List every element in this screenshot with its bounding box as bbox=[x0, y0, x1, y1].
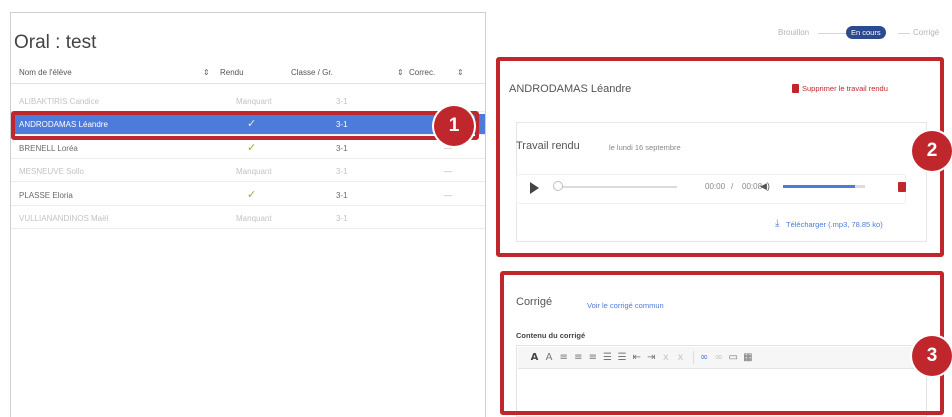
check-icon: ✓ bbox=[247, 142, 257, 154]
classe-value: 3-1 bbox=[336, 167, 348, 176]
sort-icon[interactable]: ⇕ bbox=[203, 68, 210, 77]
highlight-box-3 bbox=[500, 271, 944, 415]
table-row[interactable]: MESNEUVE Sollo Manquant 3-1 — bbox=[11, 161, 485, 182]
sort-icon[interactable]: ⇕ bbox=[397, 68, 404, 77]
step-en-cours[interactable]: En cours bbox=[846, 26, 886, 39]
rendu-status: Manquant bbox=[236, 97, 272, 106]
table-row[interactable]: BRENELL Loréa ✓ 3-1 — bbox=[11, 138, 485, 159]
correc-value: — bbox=[444, 167, 452, 176]
sort-icon[interactable]: ⇕ bbox=[457, 68, 464, 77]
col-header-rendu[interactable]: Rendu bbox=[220, 68, 244, 77]
page-title: Oral : test bbox=[14, 32, 97, 53]
classe-value: 3-1 bbox=[336, 191, 348, 200]
correc-value: — bbox=[444, 191, 452, 200]
col-header-correc[interactable]: Correc. bbox=[409, 68, 435, 77]
table-header: Nom de l'élève ⇕ Rendu Classe / Gr. ⇕ Co… bbox=[11, 62, 485, 84]
student-name: BRENELL Loréa bbox=[19, 144, 78, 153]
step-brouillon[interactable]: Brouillon bbox=[778, 28, 809, 37]
col-header-name[interactable]: Nom de l'élève bbox=[19, 68, 72, 77]
check-icon: ✓ bbox=[247, 189, 257, 201]
col-header-classe[interactable]: Classe / Gr. bbox=[291, 68, 333, 77]
classe-value: 3-1 bbox=[336, 214, 348, 223]
table-row[interactable]: ALIBAKTIRIS Candice Manquant 3-1 bbox=[11, 91, 485, 112]
step-divider bbox=[898, 33, 910, 34]
step-corrige[interactable]: Corrigé bbox=[913, 28, 939, 37]
table-row[interactable]: VULLIANANDINOS Maël Manquant 3-1 bbox=[11, 208, 485, 229]
rendu-status: Manquant bbox=[236, 167, 272, 176]
student-name: ALIBAKTIRIS Candice bbox=[19, 97, 100, 106]
table-row[interactable]: PLASSE Eloria ✓ 3-1 — bbox=[11, 185, 485, 206]
rendu-status: Manquant bbox=[236, 214, 272, 223]
badge-1: 1 bbox=[434, 106, 474, 146]
student-name: VULLIANANDINOS Maël bbox=[19, 214, 109, 223]
step-divider bbox=[818, 33, 846, 34]
highlight-box-1 bbox=[11, 111, 479, 140]
student-name: PLASSE Eloria bbox=[19, 191, 73, 200]
classe-value: 3-1 bbox=[336, 97, 348, 106]
highlight-box-2 bbox=[496, 57, 944, 257]
badge-2: 2 bbox=[912, 131, 952, 171]
badge-3: 3 bbox=[912, 336, 952, 376]
classe-value: 3-1 bbox=[336, 144, 348, 153]
student-name: MESNEUVE Sollo bbox=[19, 167, 84, 176]
